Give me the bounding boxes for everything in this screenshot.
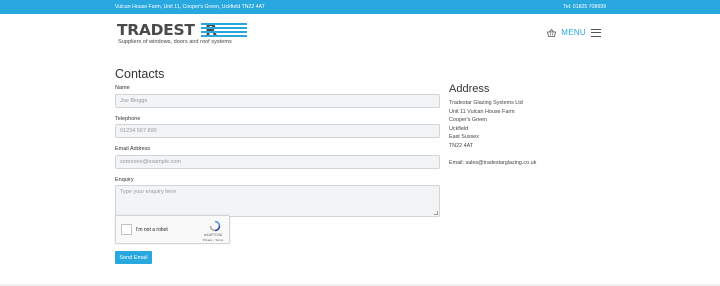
menu-bar: MENU xyxy=(547,28,601,37)
recaptcha-terms[interactable]: Privacy - Terms xyxy=(201,238,225,242)
menu-label[interactable]: MENU xyxy=(561,28,586,37)
address-panel: Address Tradestar Glazing Systems Ltd Un… xyxy=(449,83,599,167)
address-line: Uckfield xyxy=(449,125,469,132)
enquiry-label: Enquiry xyxy=(115,176,134,183)
name-input[interactable]: Joe Bloggs xyxy=(115,93,440,108)
top-address: Vulcan House Farm, Unit 11, Cooper's Gre… xyxy=(115,4,265,10)
site-logo[interactable]: TRADESTAR Suppliers of windows, doors an… xyxy=(117,21,247,47)
address-line: East Sussex xyxy=(449,134,479,140)
address-email[interactable]: Email: sales@tradestarglazing.co.uk xyxy=(449,159,599,168)
recaptcha-brand: reCAPTCHA xyxy=(203,233,223,237)
name-label: Name xyxy=(115,85,130,91)
basket-icon[interactable] xyxy=(547,28,557,37)
recaptcha-logo-icon xyxy=(209,220,221,232)
recaptcha-checkbox[interactable] xyxy=(121,224,132,235)
logo-stripes-icon xyxy=(201,23,247,37)
address-line: TN22 4AT xyxy=(449,142,474,149)
resize-handle-icon[interactable] xyxy=(434,211,438,215)
email-input[interactable]: someone@example.com xyxy=(115,154,440,169)
address-line: Unit 11 Vulcan House Farm xyxy=(449,108,515,115)
telephone-label: Telephone xyxy=(115,115,141,122)
enquiry-placeholder: Type your enquiry here xyxy=(120,189,177,195)
recaptcha-label: I'm not a robot xyxy=(136,227,168,233)
contact-form: Contacts Name Joe Bloggs Telephone 01234… xyxy=(115,67,440,225)
hamburger-icon[interactable] xyxy=(591,28,601,37)
send-email-button[interactable]: Send Email xyxy=(115,251,152,264)
enquiry-textarea[interactable]: Type your enquiry here xyxy=(115,185,440,217)
address-line: Tradestar Glazing Systems Ltd xyxy=(449,100,523,106)
recaptcha-widget: I'm not a robot reCAPTCHA Privacy - Term… xyxy=(115,215,230,244)
address-title: Address xyxy=(449,83,490,95)
top-info-bar: Vulcan House Farm, Unit 11, Cooper's Gre… xyxy=(0,0,720,14)
telephone-input[interactable]: 01234 567 890 xyxy=(115,124,440,138)
page-title: Contacts xyxy=(115,67,165,81)
logo-tagline: Suppliers of windows, doors and roof sys… xyxy=(118,39,232,45)
top-phone[interactable]: Tel: 01825 708999 xyxy=(563,4,606,10)
email-label: Email Address xyxy=(115,146,151,152)
address-line: Cooper's Green xyxy=(449,117,487,123)
